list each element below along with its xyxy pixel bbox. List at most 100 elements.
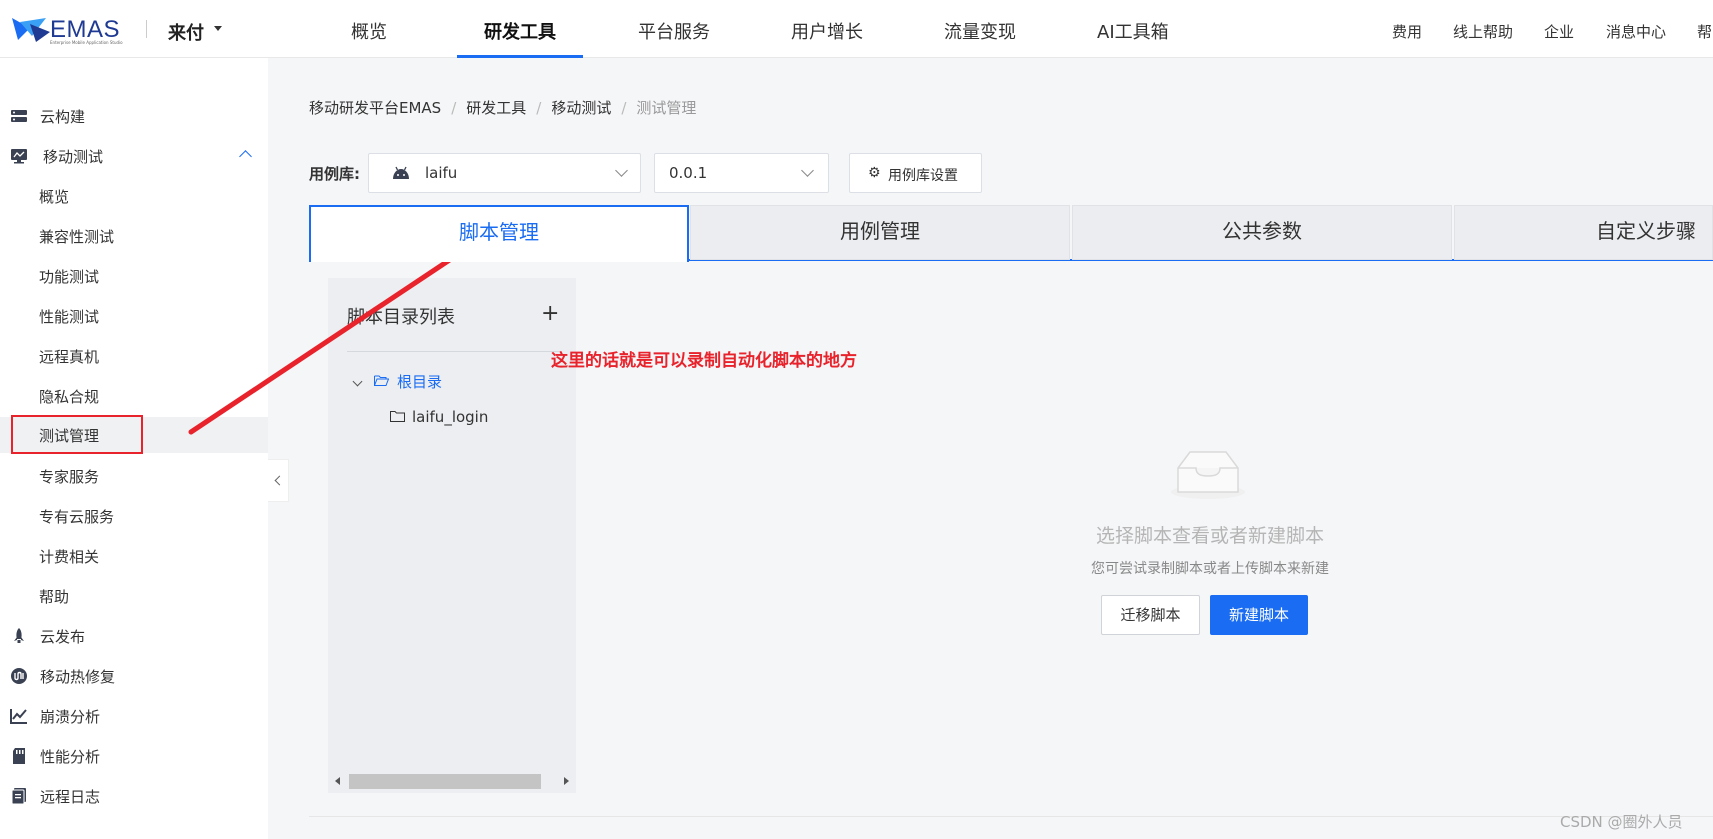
chevron-down-icon bbox=[615, 164, 628, 177]
sidebar-item-label: 帮助 bbox=[39, 588, 70, 606]
tree-node-folder[interactable]: laifu_login bbox=[412, 408, 488, 426]
sidebar-collapse-button[interactable] bbox=[268, 459, 289, 502]
breadcrumb: 移动研发平台EMAS / 研发工具 / 移动测试 / 测试管理 bbox=[309, 97, 696, 118]
sidebar-item-label: 概览 bbox=[39, 188, 70, 206]
nav-tab-dev-tools[interactable]: 研发工具 bbox=[484, 18, 556, 44]
sidebar-subitem-privacy-compliance[interactable]: 隐私合规 bbox=[0, 378, 268, 414]
tab-case-management[interactable]: 用例管理 bbox=[690, 205, 1070, 260]
breadcrumb-separator: / bbox=[621, 99, 627, 117]
top-nav-bar: EMAS Enterprise Mobile Application Studi… bbox=[0, 0, 1713, 58]
monitor-icon bbox=[11, 149, 27, 164]
link-help-truncated[interactable]: 帮 bbox=[1697, 21, 1712, 42]
nav-tab-ai-toolbox[interactable]: AI工具箱 bbox=[1097, 18, 1169, 44]
case-library-label: 用例库: bbox=[309, 165, 360, 183]
empty-state-title: 选择脚本查看或者新建脚本 bbox=[1095, 525, 1324, 547]
sidebar-subitem-overview[interactable]: 概览 bbox=[0, 178, 268, 214]
scroll-left-icon[interactable] bbox=[335, 777, 340, 785]
sidebar-item-label: 云构建 bbox=[40, 108, 86, 126]
sidebar-item-cloud-release[interactable]: 云发布 bbox=[0, 618, 268, 654]
scroll-right-icon[interactable] bbox=[564, 777, 569, 785]
case-library-select[interactable]: laifu bbox=[368, 153, 641, 193]
header-divider bbox=[146, 20, 147, 38]
link-enterprise[interactable]: 企业 bbox=[1544, 21, 1574, 42]
folder-open-icon bbox=[374, 375, 389, 386]
sidebar-item-remote-log[interactable]: 远程日志 bbox=[0, 778, 268, 814]
settings-button-label: 用例库设置 bbox=[888, 168, 958, 184]
brand-subtitle: Enterprise Mobile Application Studio bbox=[50, 40, 123, 45]
link-message-center[interactable]: 消息中心 bbox=[1606, 21, 1666, 42]
sidebar-item-label: 移动测试 bbox=[43, 148, 104, 166]
add-directory-button[interactable]: + bbox=[541, 301, 559, 326]
nav-tab-monetization[interactable]: 流量变现 bbox=[944, 18, 1016, 44]
sidebar-item-crash-analysis[interactable]: 崩溃分析 bbox=[0, 698, 268, 734]
chevron-left-icon bbox=[274, 475, 285, 486]
sidebar-item-label: 云发布 bbox=[40, 628, 86, 646]
sidebar-item-label: 计费相关 bbox=[39, 548, 100, 566]
nav-tab-user-growth[interactable]: 用户增长 bbox=[791, 18, 863, 44]
sidebar-subitem-performance-test[interactable]: 性能测试 bbox=[0, 298, 268, 334]
new-script-button[interactable]: 新建脚本 bbox=[1210, 595, 1308, 635]
log-icon bbox=[11, 788, 26, 805]
script-directory-panel bbox=[328, 278, 576, 793]
server-icon bbox=[11, 110, 27, 122]
sidebar-item-mobile-testing[interactable]: 移动测试 bbox=[0, 138, 268, 174]
sidebar-item-label: 隐私合规 bbox=[39, 388, 100, 406]
sidebar-subitem-private-cloud[interactable]: 专有云服务 bbox=[0, 498, 268, 534]
case-library-settings-button[interactable]: ⚙ 用例库设置 bbox=[849, 153, 982, 193]
sidebar-subitem-expert-service[interactable]: 专家服务 bbox=[0, 458, 268, 494]
tree-divider bbox=[347, 351, 559, 352]
breadcrumb-current: 测试管理 bbox=[636, 99, 697, 117]
tree-horizontal-scrollbar[interactable] bbox=[333, 773, 573, 790]
sidebar-item-label: 兼容性测试 bbox=[39, 228, 115, 246]
breadcrumb-item[interactable]: 研发工具 bbox=[466, 99, 526, 117]
tab-public-params[interactable]: 公共参数 bbox=[1072, 205, 1452, 260]
tab-script-management[interactable]: 脚本管理 bbox=[309, 205, 689, 262]
tree-node-root[interactable]: 根目录 bbox=[397, 371, 442, 392]
annotation-highlight-box bbox=[11, 415, 143, 454]
sidebar-item-label: 远程真机 bbox=[39, 348, 100, 366]
nav-tab-platform-services[interactable]: 平台服务 bbox=[638, 18, 710, 44]
sidebar-item-label: 性能测试 bbox=[39, 308, 100, 326]
android-icon bbox=[393, 166, 409, 179]
active-tab-indicator bbox=[457, 55, 583, 58]
empty-inbox-icon bbox=[1171, 451, 1245, 499]
version-value: 0.0.1 bbox=[669, 164, 708, 182]
sd-card-icon bbox=[13, 748, 25, 764]
sidebar-subitem-billing[interactable]: 计费相关 bbox=[0, 538, 268, 574]
sidebar-item-label: 功能测试 bbox=[39, 268, 100, 286]
sidebar-item-label: 专有云服务 bbox=[39, 508, 115, 526]
sidebar-subitem-functional-test[interactable]: 功能测试 bbox=[0, 258, 268, 294]
scrollbar-thumb[interactable] bbox=[349, 774, 541, 789]
breadcrumb-item[interactable]: 移动研发平台EMAS bbox=[309, 99, 441, 117]
link-billing[interactable]: 费用 bbox=[1392, 21, 1422, 42]
sidebar-subitem-help[interactable]: 帮助 bbox=[0, 578, 268, 614]
watermark: CSDN @圈外人员 bbox=[1560, 813, 1683, 831]
sidebar-subitem-compatibility-test[interactable]: 兼容性测试 bbox=[0, 218, 268, 254]
annotation-text: 这里的话就是可以录制自动化脚本的地方 bbox=[551, 351, 857, 371]
migrate-script-button[interactable]: 迁移脚本 bbox=[1101, 595, 1200, 635]
nav-tab-overview[interactable]: 概览 bbox=[351, 18, 387, 44]
version-select[interactable]: 0.0.1 bbox=[654, 153, 829, 193]
gear-icon: ⚙ bbox=[868, 165, 881, 181]
sidebar-item-label: 性能分析 bbox=[40, 748, 101, 766]
breadcrumb-separator: / bbox=[451, 99, 457, 117]
sidebar-item-label: 崩溃分析 bbox=[40, 708, 101, 726]
sidebar-item-cloud-build[interactable]: 云构建 bbox=[0, 98, 268, 134]
chevron-down-icon bbox=[801, 164, 814, 177]
script-directory-title: 脚本目录列表 bbox=[347, 307, 455, 328]
sidebar-item-hotfix[interactable]: 移动热修复 bbox=[0, 658, 268, 694]
empty-state-subtitle: 您可尝试录制脚本或者上传脚本来新建 bbox=[1091, 561, 1329, 577]
breadcrumb-item[interactable]: 移动测试 bbox=[551, 99, 611, 117]
case-library-value: laifu bbox=[425, 164, 458, 182]
sidebar-subitem-remote-device[interactable]: 远程真机 bbox=[0, 338, 268, 374]
tab-custom-steps[interactable]: 自定义步骤 bbox=[1454, 205, 1713, 260]
link-online-help[interactable]: 线上帮助 bbox=[1453, 21, 1513, 42]
workspace-selector[interactable]: 来付 bbox=[168, 19, 204, 45]
chevron-up-icon[interactable] bbox=[239, 150, 252, 163]
caret-down-icon[interactable] bbox=[214, 26, 222, 31]
hotfix-icon bbox=[11, 668, 27, 684]
folder-icon bbox=[390, 411, 405, 422]
sidebar-item-performance-analysis[interactable]: 性能分析 bbox=[0, 738, 268, 774]
sidebar-item-label: 专家服务 bbox=[39, 468, 100, 486]
rocket-icon bbox=[14, 628, 24, 643]
